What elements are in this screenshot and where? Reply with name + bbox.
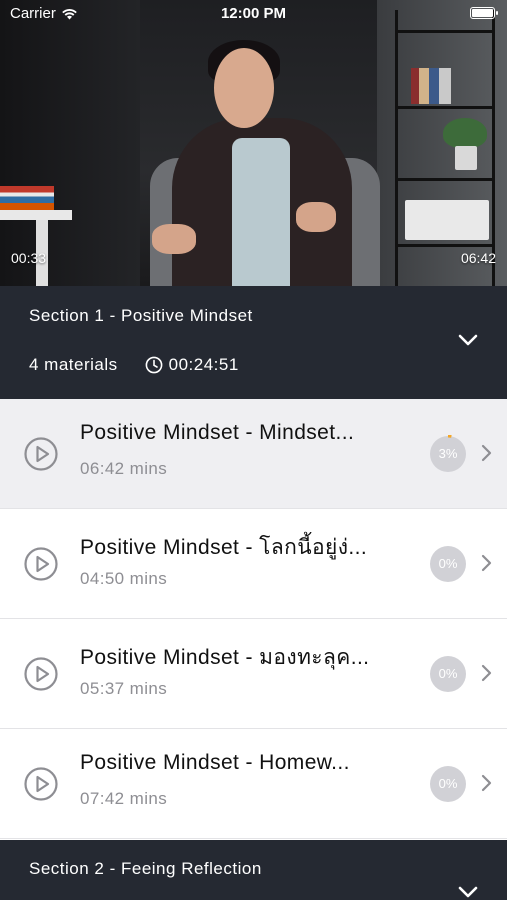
video-presenter-head	[214, 48, 274, 128]
play-icon	[24, 657, 58, 691]
video-shelf-board	[395, 30, 495, 33]
section-total-time: 00:24:51	[168, 355, 239, 374]
video-plant	[443, 118, 487, 148]
lesson-title: Positive Mindset - มองทะลุค...	[80, 646, 370, 669]
video-shelf-board	[395, 244, 495, 247]
lesson-title: Positive Mindset - โลกนี้อยู่ง่...	[80, 536, 368, 559]
materials-count: 4 materials	[29, 355, 118, 374]
video-presenter-hand	[296, 202, 336, 232]
video-books-left	[0, 186, 54, 212]
chevron-right-icon	[481, 664, 492, 682]
progress-label: 0%	[438, 556, 458, 571]
status-time: 12:00 PM	[220, 5, 287, 22]
video-elapsed-time: 00:33	[11, 250, 47, 266]
progress-label: 0%	[438, 776, 458, 791]
chevron-right-icon	[481, 774, 492, 792]
video-presenter-shirt	[232, 138, 290, 286]
lesson-duration: 05:37 mins	[80, 679, 168, 698]
section-header-1[interactable]: Section 1 - Positive Mindset 4 materials…	[0, 286, 507, 399]
section-header-2[interactable]: Section 2 - Feeing Reflection	[0, 840, 507, 900]
lesson-row[interactable]: Positive Mindset - Homew... 07:42 mins 0…	[0, 729, 507, 839]
video-player[interactable]: Carrier 12:00 PM 00:33 06:42	[0, 0, 507, 286]
section-meta: 4 materials 00:24:51	[29, 355, 239, 375]
video-books	[411, 68, 451, 104]
lesson-duration: 04:50 mins	[80, 569, 168, 588]
video-background	[0, 0, 140, 286]
clock-icon	[145, 356, 163, 374]
play-icon	[24, 767, 58, 801]
play-icon	[24, 437, 58, 471]
chevron-down-icon[interactable]	[457, 333, 479, 347]
lesson-title: Positive Mindset - Mindset...	[80, 421, 355, 444]
lesson-row[interactable]: Positive Mindset - Mindset... 06:42 mins…	[0, 399, 507, 509]
video-shelf-board	[395, 178, 495, 181]
chevron-right-icon	[481, 554, 492, 572]
section-title: Section 2 - Feeing Reflection	[29, 859, 262, 878]
video-table	[0, 210, 72, 220]
lesson-row[interactable]: Positive Mindset - โลกนี้อยู่ง่... 04:50…	[0, 509, 507, 619]
play-icon	[24, 547, 58, 581]
video-boxes	[405, 200, 489, 240]
chevron-down-icon[interactable]	[457, 885, 479, 899]
battery-icon	[470, 7, 498, 19]
status-bar: Carrier 12:00 PM	[0, 0, 507, 28]
video-pot	[455, 146, 477, 170]
video-total-time: 06:42	[460, 250, 496, 266]
video-presenter-hand	[152, 224, 196, 254]
lesson-duration: 07:42 mins	[80, 789, 168, 808]
lesson-title: Positive Mindset - Homew...	[80, 751, 350, 774]
video-shelf-board	[395, 106, 495, 109]
chevron-right-icon	[481, 444, 492, 462]
progress-label: 0%	[438, 666, 458, 681]
lesson-row[interactable]: Positive Mindset - มองทะลุค... 05:37 min…	[0, 619, 507, 729]
lesson-duration: 06:42 mins	[80, 459, 168, 478]
section-title: Section 1 - Positive Mindset	[29, 306, 253, 325]
progress-label: 3%	[438, 446, 458, 461]
